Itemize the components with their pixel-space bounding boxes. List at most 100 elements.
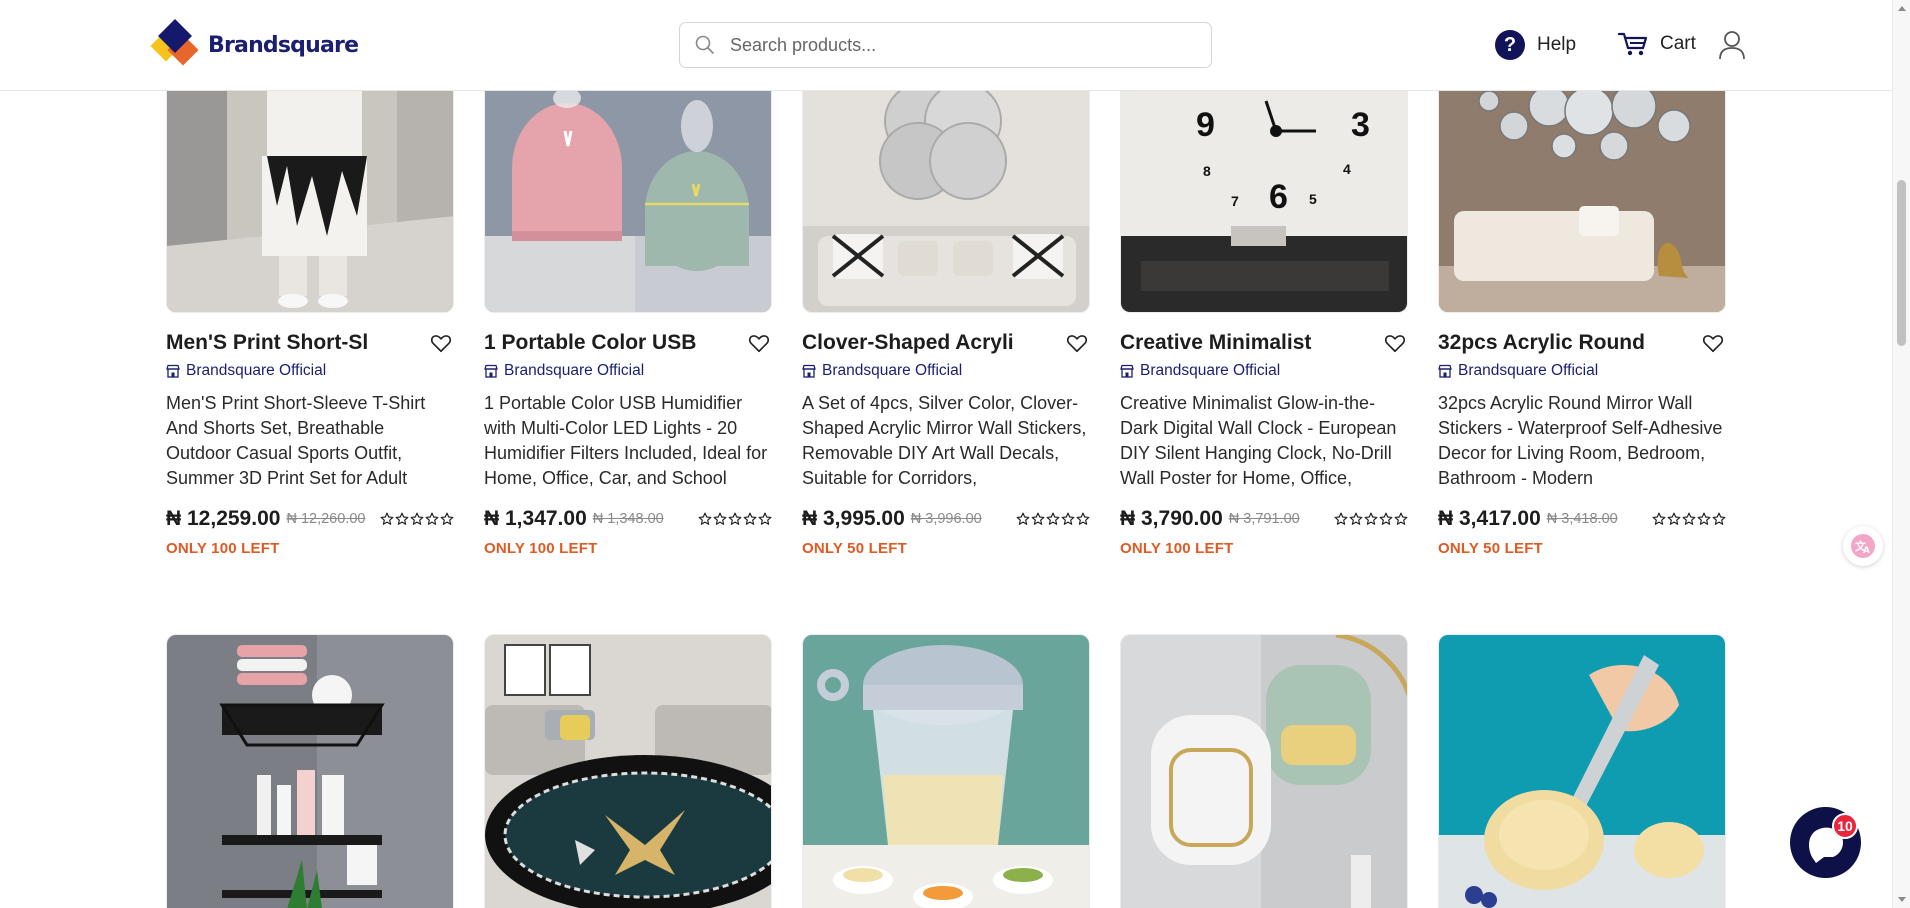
page-scrollbar[interactable] [1892, 0, 1910, 908]
star-icon [698, 512, 712, 525]
product-image[interactable] [1438, 634, 1726, 908]
star-icon [395, 512, 409, 525]
scroll-up-arrow[interactable] [1898, 6, 1906, 11]
help-link[interactable]: ? Help [1495, 30, 1576, 60]
brand-logo-mark [150, 19, 199, 66]
store-icon [1120, 364, 1134, 378]
star-icon [1076, 512, 1090, 525]
star-icon [1652, 512, 1666, 525]
heart-icon[interactable] [1066, 332, 1088, 354]
brand-logo[interactable]: Brandsquare [145, 19, 359, 71]
svg-text:5: 5 [1309, 191, 1317, 207]
cart-label: Cart [1660, 33, 1696, 54]
product-card[interactable] [802, 634, 1090, 908]
heart-icon[interactable] [748, 332, 770, 354]
stock-label: ONLY 50 LEFT [802, 540, 907, 557]
site-header: Brandsquare ? Help Cart [0, 0, 1892, 91]
star-icon [380, 512, 394, 525]
product-image[interactable] [166, 86, 454, 313]
brand-name: Brandsquare [208, 32, 359, 58]
product-card[interactable]: 1 Portable Color USB Brandsquare Officia… [484, 86, 772, 557]
product-price: ₦ 3,995.00 [802, 507, 905, 530]
product-image[interactable] [1120, 634, 1408, 908]
stock-label: ONLY 50 LEFT [1438, 540, 1543, 557]
search-input[interactable] [730, 34, 1170, 56]
star-icon [440, 512, 454, 525]
heart-icon[interactable] [1384, 332, 1406, 354]
cart-icon [1618, 32, 1648, 56]
store-link[interactable]: Brandsquare Official [484, 362, 772, 380]
product-image[interactable] [802, 86, 1090, 313]
star-icon [410, 512, 424, 525]
cart-link[interactable]: Cart [1618, 31, 1696, 57]
search-bar[interactable] [679, 22, 1212, 68]
product-image[interactable] [802, 634, 1090, 908]
heart-icon[interactable] [430, 332, 452, 354]
translate-icon: 文 A [1851, 534, 1875, 558]
product-price: ₦ 3,790.00 [1120, 507, 1223, 530]
star-icon [728, 512, 742, 525]
translate-widget[interactable]: 文 A [1843, 526, 1883, 566]
product-image[interactable] [1438, 86, 1726, 313]
rating-stars [1333, 512, 1408, 526]
product-old-price: ₦ 12,260.00 [286, 511, 366, 527]
star-icon [1667, 512, 1681, 525]
product-card[interactable]: Men'S Print Short-Sl Brandsquare Officia… [166, 86, 454, 557]
star-icon [1016, 512, 1030, 525]
product-card[interactable]: 32pcs Acrylic Round Brandsquare Official… [1438, 86, 1726, 557]
store-icon [166, 364, 180, 378]
product-old-price: ₦ 3,791.00 [1228, 511, 1300, 527]
star-icon [1364, 512, 1378, 525]
rating-stars [1651, 512, 1726, 526]
store-name: Brandsquare Official [504, 362, 645, 379]
product-image[interactable] [484, 634, 772, 908]
product-image[interactable]: 9 3 6 8 7 5 4 [1120, 86, 1408, 313]
product-title[interactable]: Clover-Shaped Acryli [802, 331, 1042, 355]
store-link[interactable]: Brandsquare Official [802, 362, 1090, 380]
svg-text:3: 3 [1351, 106, 1370, 144]
stock-label: ONLY 100 LEFT [484, 540, 598, 557]
product-image[interactable] [166, 634, 454, 908]
product-old-price: ₦ 1,348.00 [592, 511, 664, 527]
store-icon [1438, 364, 1452, 378]
product-card[interactable] [484, 634, 772, 908]
product-title[interactable]: 32pcs Acrylic Round [1438, 331, 1678, 355]
store-name: Brandsquare Official [1140, 362, 1281, 379]
product-price: ₦ 3,417.00 [1438, 507, 1541, 530]
product-image[interactable] [484, 86, 772, 313]
svg-text:6: 6 [1269, 178, 1288, 216]
product-card[interactable]: Clover-Shaped Acryli Brandsquare Officia… [802, 86, 1090, 557]
product-title[interactable]: 1 Portable Color USB [484, 331, 724, 355]
star-icon [1334, 512, 1348, 525]
svg-text:9: 9 [1196, 106, 1215, 144]
scroll-down-arrow[interactable] [1898, 897, 1906, 902]
product-price: ₦ 1,347.00 [484, 507, 587, 530]
stock-label: ONLY 100 LEFT [1120, 540, 1234, 557]
rating-stars [697, 512, 772, 526]
product-price: ₦ 12,259.00 [166, 507, 281, 530]
product-title[interactable]: Men'S Print Short-Sl [166, 331, 406, 355]
product-old-price: ₦ 3,418.00 [1546, 511, 1618, 527]
rating-stars [379, 512, 454, 526]
product-description: 32pcs Acrylic Round Mirror Wall Stickers… [1438, 393, 1723, 488]
product-card[interactable] [1438, 634, 1726, 908]
store-link[interactable]: Brandsquare Official [166, 362, 454, 380]
star-icon [1046, 512, 1060, 525]
star-icon [425, 512, 439, 525]
user-icon[interactable] [1718, 30, 1746, 60]
heart-icon[interactable] [1702, 332, 1724, 354]
store-link[interactable]: Brandsquare Official [1120, 362, 1408, 380]
product-old-price: ₦ 3,996.00 [910, 511, 982, 527]
store-link[interactable]: Brandsquare Official [1438, 362, 1726, 380]
store-icon [802, 364, 816, 378]
product-description: A Set of 4pcs, Silver Color, Clover-Shap… [802, 393, 1087, 488]
product-card[interactable]: 9 3 6 8 7 5 4 Creative Minimalist Brands… [1120, 86, 1408, 557]
star-icon [713, 512, 727, 525]
star-icon [1682, 512, 1696, 525]
star-icon [743, 512, 757, 525]
product-card[interactable] [1120, 634, 1408, 908]
product-card[interactable] [166, 634, 454, 908]
star-icon [1379, 512, 1393, 525]
scrollbar-thumb[interactable] [1897, 180, 1906, 346]
product-title[interactable]: Creative Minimalist [1120, 331, 1360, 355]
